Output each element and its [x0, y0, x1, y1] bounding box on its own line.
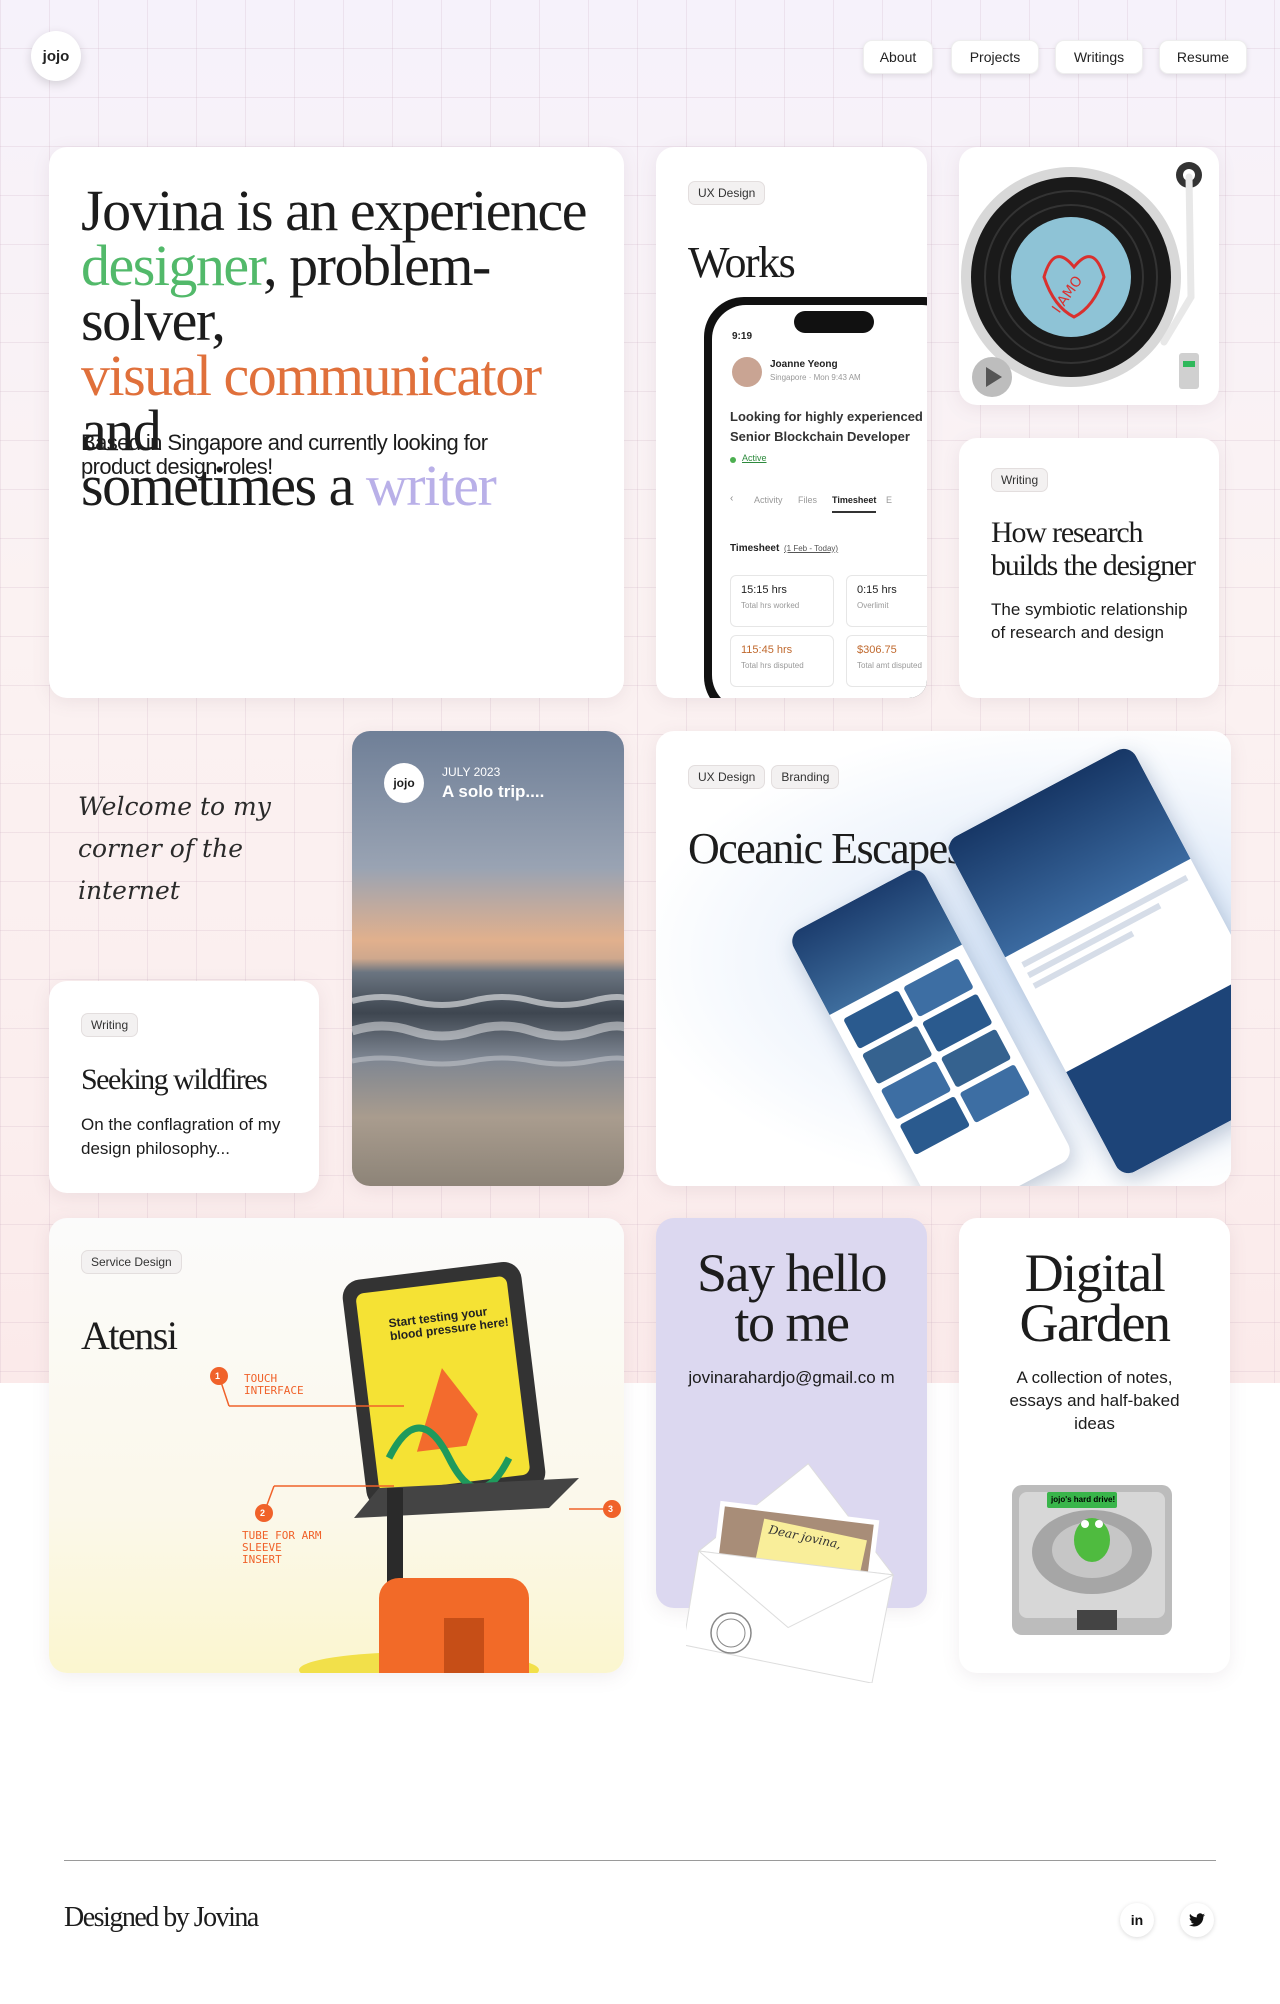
welcome-line-3: internet: [78, 876, 180, 905]
hello-title-line-2: to me: [734, 1293, 850, 1353]
tab-more[interactable]: E: [886, 495, 892, 505]
envelope-illustration: [686, 1463, 895, 1683]
welcome-handwritten: Welcome to my corner of the internet: [78, 786, 271, 912]
avatar: [732, 357, 762, 387]
callout-3-number: 3: [608, 1504, 614, 1514]
callout-1-text: TOUCH INTERFACE: [244, 1372, 304, 1397]
headline-line-1: Jovina is an experience: [81, 178, 588, 243]
oceanic-tag-ux: UX Design: [688, 765, 766, 789]
twitter-icon[interactable]: [1180, 1903, 1214, 1937]
stat-amount-disputed: $306.75 Total amt disputed: [846, 635, 927, 687]
garden-desc: A collection of notes, essays and half-b…: [1009, 1368, 1180, 1433]
writing-title: How research builds the designer: [991, 516, 1196, 582]
phone-job: Looking for highly experienced Senior Bl…: [730, 409, 923, 444]
oceanic-escapes-card[interactable]: UX Design Branding Oceanic Escapes: [656, 731, 1231, 1186]
callout-1-number: 1: [215, 1371, 221, 1381]
atensi-card[interactable]: Service Design Atensi Start testing your…: [49, 1218, 624, 1673]
phone-user: Joanne Yeong: [770, 359, 838, 370]
oceanic-title: Oceanic Escapes: [688, 824, 964, 873]
oceanic-tag-branding: Branding: [771, 765, 840, 789]
tab-activity[interactable]: Activity: [754, 495, 783, 505]
tab-timesheet[interactable]: Timesheet: [832, 495, 877, 513]
callout-2-text: TUBE FOR ARM SLEEVE INSERT: [242, 1529, 322, 1566]
timesheet-range[interactable]: (1 Feb - Today): [784, 544, 838, 553]
logo-text: jojo: [42, 47, 70, 65]
hello-title: Say hello to me: [656, 1243, 927, 1353]
stat-label: Total hrs disputed: [741, 661, 804, 670]
hello-email[interactable]: jovinarahardjo@gmail.co m: [686, 1366, 897, 1389]
chevron-left-icon[interactable]: ‹: [730, 493, 733, 504]
writing-card-research[interactable]: Writing How research builds the designer…: [959, 438, 1219, 698]
works-tag: UX Design: [688, 181, 766, 205]
trip-logo: jojo: [384, 763, 424, 803]
stat-label: Total amt disputed: [857, 661, 922, 670]
stat-value: 115:45 hrs: [741, 644, 793, 656]
atensi-kiosk-illustration: [210, 1261, 621, 1673]
stat-hours-disputed: 115:45 hrs Total hrs disputed: [730, 635, 834, 687]
solo-trip-card[interactable]: jojo JULY 2023 A solo trip....: [352, 731, 624, 1186]
status-dot: [730, 457, 736, 463]
record-player-illustration: I AMO: [961, 162, 1202, 397]
intro-card: Jovina is an experience designer, proble…: [49, 147, 624, 698]
works-title: Works: [688, 238, 796, 287]
footer-divider: [64, 1860, 1216, 1861]
footer-credit: Designed by Jovina: [64, 1902, 259, 1933]
say-hello-card[interactable]: Say hello to me jovinarahardjo@gmail.co …: [656, 1218, 927, 1683]
writing-tag: Writing: [991, 468, 1049, 492]
works-card[interactable]: UX Design Works 9:19 Joanne Yeong Singap…: [656, 147, 927, 698]
garden-title-line-1: Digital: [1024, 1243, 1166, 1303]
nav-writings[interactable]: Writings: [1055, 40, 1143, 74]
stat-value: $306.75: [857, 644, 897, 656]
intro-subtitle: Based in Singapore and currently looking…: [81, 430, 488, 479]
hello-title-line-1: Say hello: [697, 1243, 887, 1303]
nav-about[interactable]: About: [863, 40, 933, 74]
writing-desc: The symbiotic relationship of research a…: [991, 600, 1188, 642]
writing-tag: Writing: [81, 1013, 139, 1037]
welcome-line-2: corner of the: [78, 834, 243, 863]
timesheet-label: Timesheet: [730, 543, 780, 554]
callout-2-number: 2: [260, 1508, 266, 1518]
stat-value: 0:15 hrs: [857, 584, 897, 596]
trip-title: A solo trip....: [442, 782, 545, 801]
stat-label: Overlimit: [857, 601, 889, 610]
writing-card-wildfires[interactable]: Writing Seeking wildfires On the conflag…: [49, 981, 319, 1193]
linkedin-icon[interactable]: in: [1120, 1903, 1154, 1937]
digital-garden-card[interactable]: Digital Garden A collection of notes, es…: [959, 1218, 1230, 1673]
phone-notch: [794, 311, 874, 333]
linkedin-text: in: [1130, 1912, 1144, 1928]
tab-files[interactable]: Files: [798, 495, 817, 505]
stat-overlimit: 0:15 hrs Overlimit: [846, 575, 927, 627]
nav-resume[interactable]: Resume: [1159, 40, 1247, 74]
hard-drive-illustration: [1012, 1485, 1172, 1635]
phone-time: 9:19: [732, 331, 753, 342]
phone-status: Active: [742, 453, 767, 463]
writing-title: Seeking wildfires: [81, 1063, 268, 1096]
writing-desc: On the conflagration of my design philos…: [81, 1115, 281, 1158]
logo-button[interactable]: jojo: [31, 31, 81, 81]
welcome-line-1: Welcome to my: [78, 792, 271, 821]
record-player-card[interactable]: I AMO: [959, 147, 1219, 405]
phone-meta: Singapore · Mon 9:43 AM: [770, 373, 861, 382]
garden-title-line-2: Garden: [1019, 1293, 1171, 1353]
stat-value: 15:15 hrs: [741, 584, 787, 596]
headline-line-2: designer, problem-solver,: [81, 237, 621, 350]
phone-mockup: 9:19 Joanne Yeong Singapore · Mon 9:43 A…: [704, 297, 927, 698]
nav-projects[interactable]: Projects: [951, 40, 1039, 74]
stat-hours-worked: 15:15 hrs Total hrs worked: [730, 575, 834, 627]
twitter-bird-icon: [1189, 1913, 1205, 1927]
trip-date: JULY 2023: [442, 765, 501, 779]
stat-label: Total hrs worked: [741, 601, 800, 610]
drive-label: jojo's hard drive!: [1051, 1495, 1116, 1504]
garden-title: Digital Garden: [959, 1243, 1230, 1353]
